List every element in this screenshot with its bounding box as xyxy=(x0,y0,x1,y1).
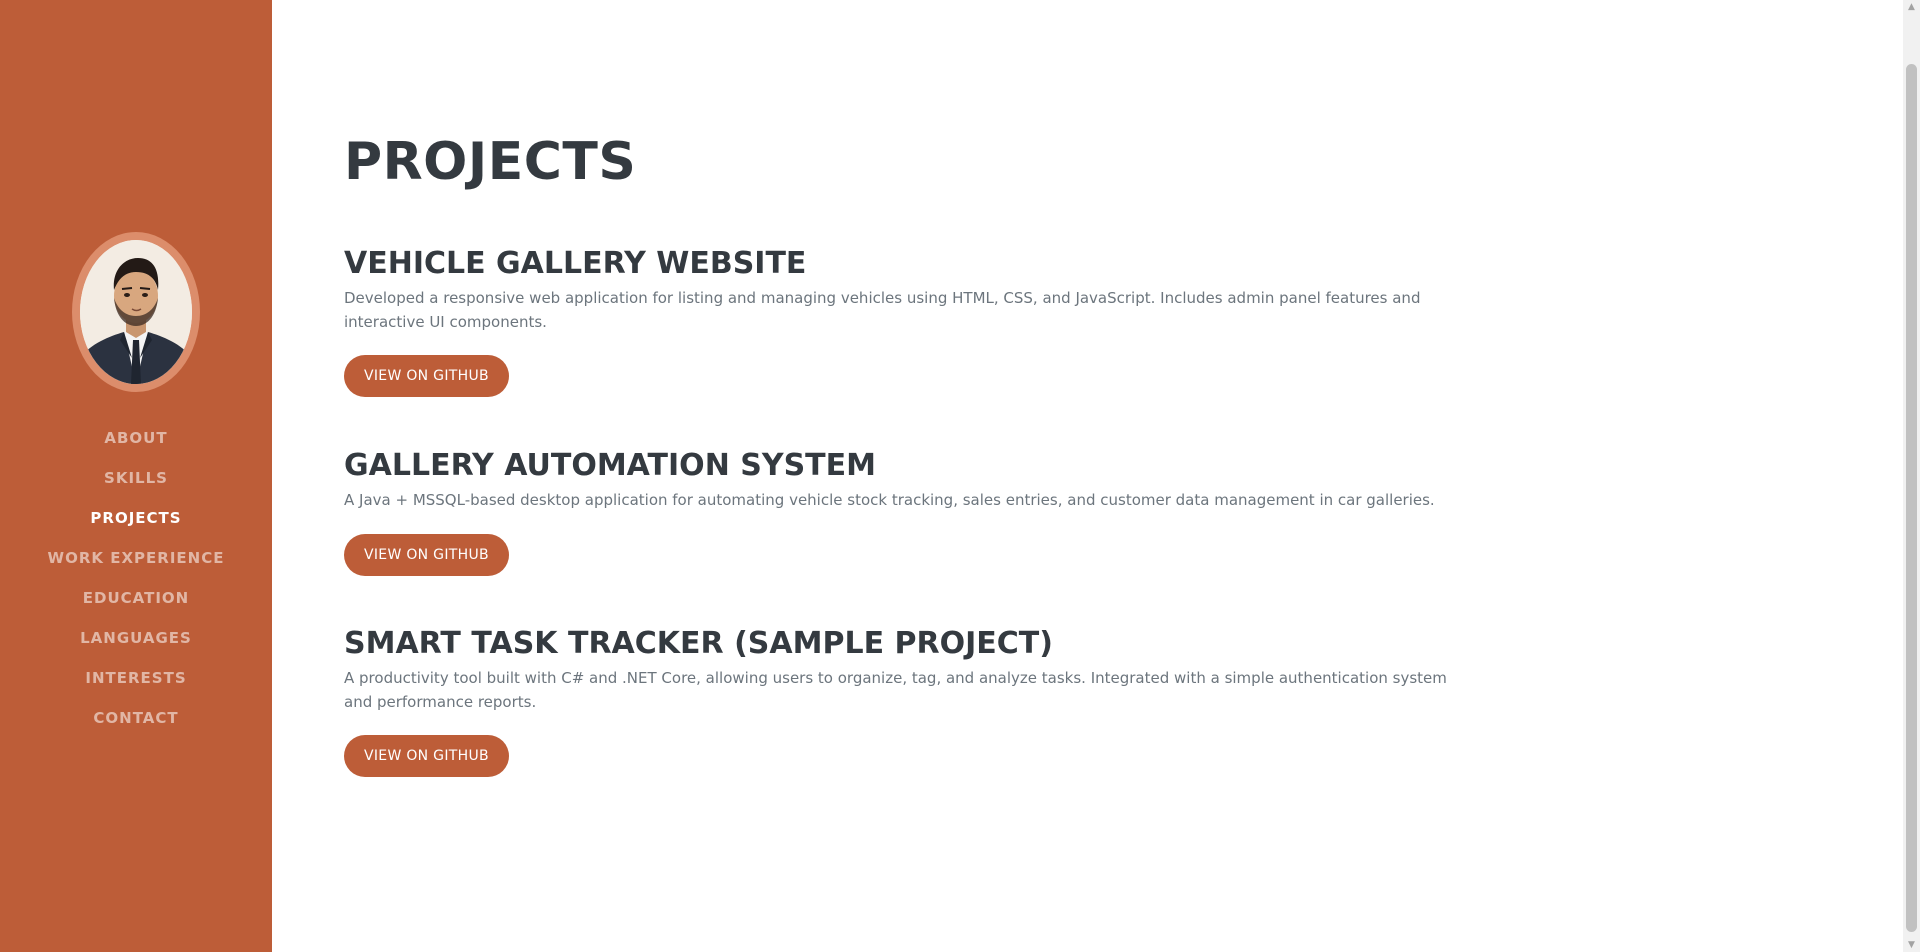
project-title: SMART TASK TRACKER (SAMPLE PROJECT) xyxy=(344,626,1053,661)
avatar xyxy=(80,240,192,384)
page-title: PROJECTS xyxy=(344,132,637,192)
project-title: GALLERY AUTOMATION SYSTEM xyxy=(344,448,876,483)
nav-item-languages: LANGUAGES xyxy=(0,618,272,658)
nav-link-interests[interactable]: INTERESTS xyxy=(85,658,186,698)
nav-link-about[interactable]: ABOUT xyxy=(104,418,167,458)
sidebar-nav: ABOUT SKILLS PROJECTS WORK EXPERIENCE ED… xyxy=(0,418,272,738)
avatar-frame xyxy=(72,232,200,392)
project-title: VEHICLE GALLERY WEBSITE xyxy=(344,246,807,281)
nav-link-languages[interactable]: LANGUAGES xyxy=(80,618,192,658)
nav-item-projects: PROJECTS xyxy=(0,498,272,538)
vertical-scrollbar[interactable]: ▲ ▼ xyxy=(1903,0,1920,952)
scroll-down-arrow-icon[interactable]: ▼ xyxy=(1903,938,1920,952)
project-description: A productivity tool built with C# and .N… xyxy=(344,669,1447,711)
nav-link-skills[interactable]: SKILLS xyxy=(104,458,168,498)
project-card: SMART TASK TRACKER (SAMPLE PROJECT) A pr… xyxy=(344,624,1454,777)
scrollbar-thumb[interactable] xyxy=(1906,64,1917,932)
nav-item-education: EDUCATION xyxy=(0,578,272,618)
nav-link-projects[interactable]: PROJECTS xyxy=(90,498,181,538)
nav-link-contact[interactable]: CONTACT xyxy=(93,698,178,738)
sidebar: ABOUT SKILLS PROJECTS WORK EXPERIENCE ED… xyxy=(0,0,272,952)
nav-link-work-experience[interactable]: WORK EXPERIENCE xyxy=(48,538,225,578)
project-card: VEHICLE GALLERY WEBSITE Developed a resp… xyxy=(344,244,1454,397)
view-on-github-button[interactable]: VIEW ON GITHUB xyxy=(344,735,509,777)
nav-item-about: ABOUT xyxy=(0,418,272,458)
project-card: GALLERY AUTOMATION SYSTEM A Java + MSSQL… xyxy=(344,446,1454,576)
avatar-portrait xyxy=(80,240,192,384)
nav-item-work-experience: WORK EXPERIENCE xyxy=(0,538,272,578)
nav-item-skills: SKILLS xyxy=(0,458,272,498)
nav-item-contact: CONTACT xyxy=(0,698,272,738)
view-on-github-button[interactable]: VIEW ON GITHUB xyxy=(344,355,509,397)
project-description: A Java + MSSQL-based desktop application… xyxy=(344,491,1435,509)
nav-link-education[interactable]: EDUCATION xyxy=(83,578,189,618)
view-on-github-button[interactable]: VIEW ON GITHUB xyxy=(344,534,509,576)
scroll-up-arrow-icon[interactable]: ▲ xyxy=(1903,0,1920,14)
project-description: Developed a responsive web application f… xyxy=(344,289,1421,331)
nav-item-interests: INTERESTS xyxy=(0,658,272,698)
